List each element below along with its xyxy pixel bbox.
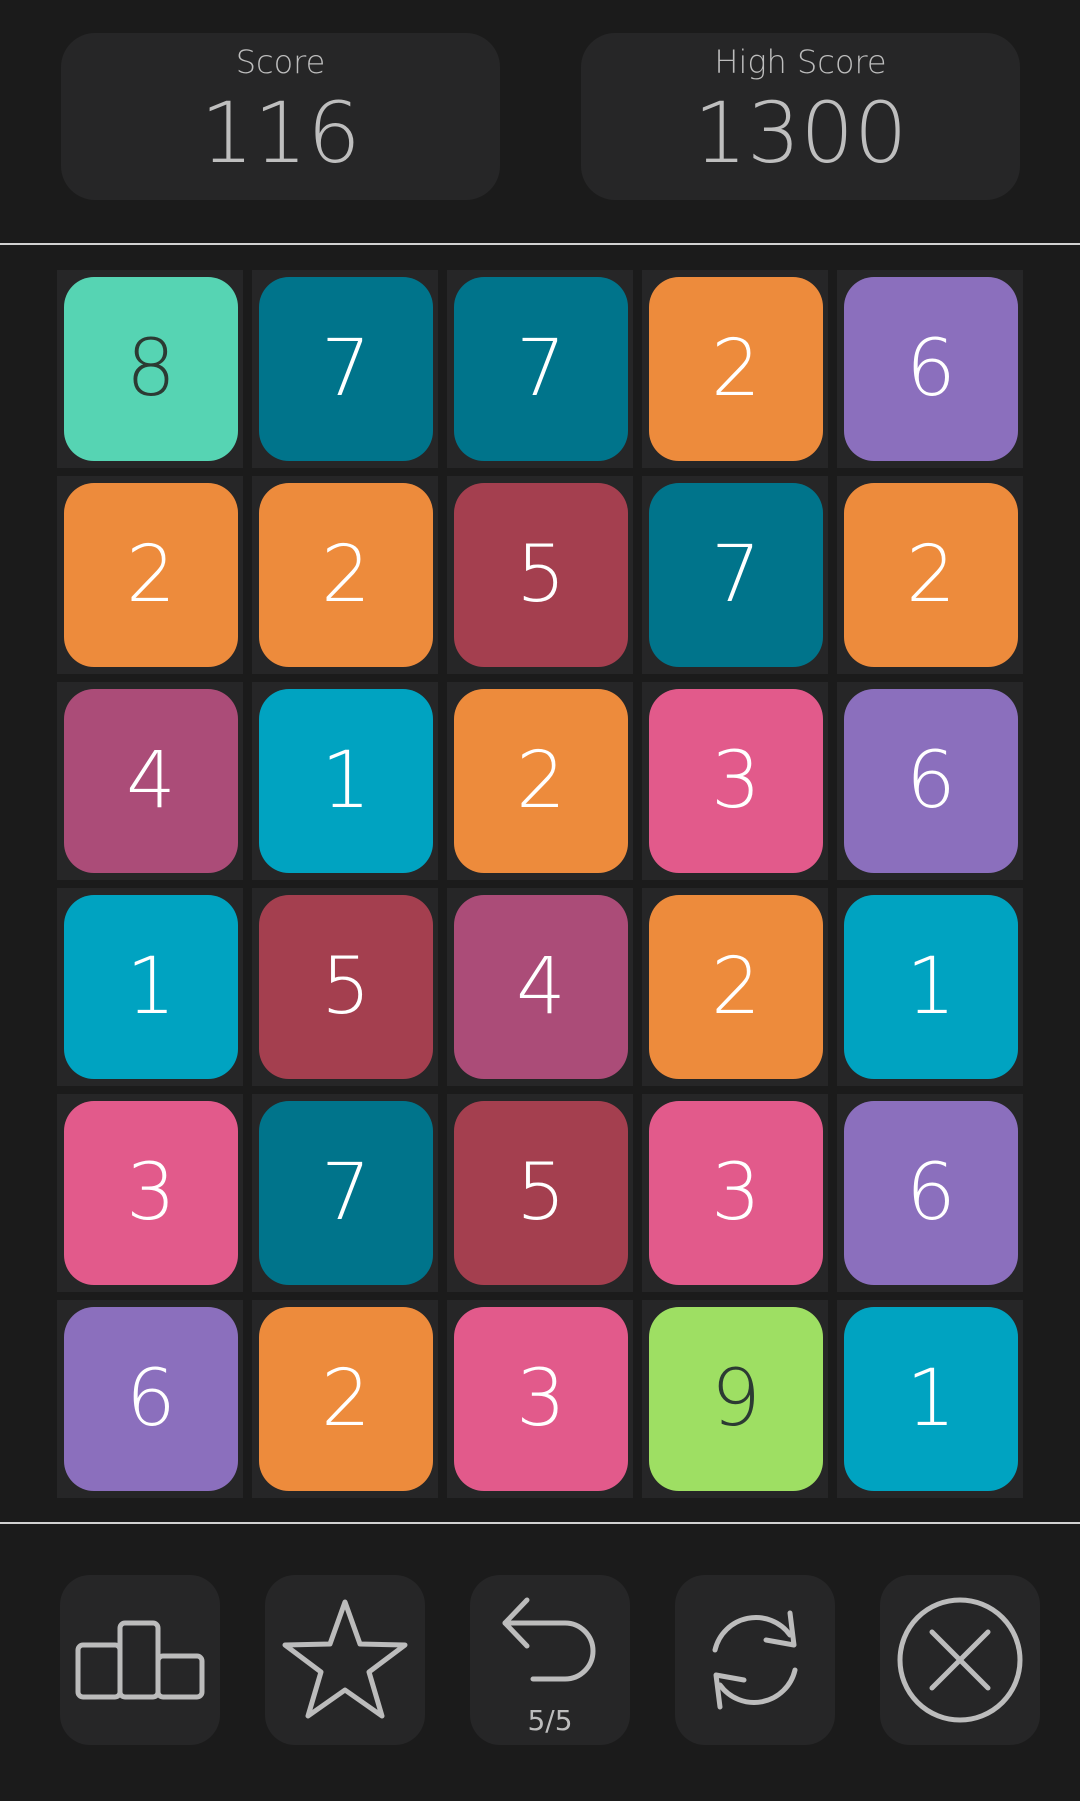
podium-icon — [75, 1620, 205, 1700]
tile[interactable]: 2 — [259, 1307, 433, 1491]
tile[interactable]: 6 — [844, 277, 1018, 461]
tile[interactable]: 3 — [649, 1101, 823, 1285]
tile[interactable]: 7 — [649, 483, 823, 667]
tile[interactable]: 7 — [454, 277, 628, 461]
board-cell: 1 — [252, 682, 438, 880]
tile[interactable]: 3 — [454, 1307, 628, 1491]
score-value: 116 — [200, 84, 361, 182]
board-cell: 2 — [642, 888, 828, 1086]
board-cell: 1 — [57, 888, 243, 1086]
close-circle-icon — [897, 1597, 1023, 1723]
tile[interactable]: 1 — [844, 1307, 1018, 1491]
board-cell: 3 — [447, 1300, 633, 1498]
shuffle-icon — [712, 1610, 798, 1710]
board-cell: 5 — [447, 1094, 633, 1292]
tile[interactable]: 7 — [259, 1101, 433, 1285]
undo-count: 5/5 — [527, 1704, 573, 1737]
board-cell: 5 — [252, 888, 438, 1086]
score-label: Score — [235, 43, 326, 81]
board-cell: 2 — [252, 1300, 438, 1498]
shuffle-button[interactable] — [675, 1575, 835, 1745]
board-cell: 2 — [837, 476, 1023, 674]
board-cell: 9 — [642, 1300, 828, 1498]
tile[interactable]: 5 — [454, 1101, 628, 1285]
close-button[interactable] — [880, 1575, 1040, 1745]
board-cell: 3 — [57, 1094, 243, 1292]
tile[interactable]: 1 — [259, 689, 433, 873]
tile[interactable]: 2 — [649, 895, 823, 1079]
board-cell: 3 — [642, 1094, 828, 1292]
tile[interactable]: 3 — [64, 1101, 238, 1285]
top-divider — [0, 243, 1080, 245]
high-score-label: High Score — [714, 43, 887, 81]
board-cell: 7 — [447, 270, 633, 468]
leaderboard-button[interactable] — [60, 1575, 220, 1745]
tile[interactable]: 2 — [259, 483, 433, 667]
tile[interactable]: 1 — [844, 895, 1018, 1079]
game-board: 8 7 7 2 6 2 2 5 7 2 4 1 2 3 6 1 5 4 2 1 … — [57, 270, 1023, 1498]
board-cell: 4 — [57, 682, 243, 880]
board-cell: 3 — [642, 682, 828, 880]
board-cell: 2 — [57, 476, 243, 674]
tile[interactable]: 4 — [454, 895, 628, 1079]
board-cell: 7 — [252, 270, 438, 468]
board-cell: 2 — [447, 682, 633, 880]
star-button[interactable] — [265, 1575, 425, 1745]
board-cell: 6 — [837, 682, 1023, 880]
board-cell: 5 — [447, 476, 633, 674]
board-cell: 8 — [57, 270, 243, 468]
board-cell: 1 — [837, 888, 1023, 1086]
undo-button[interactable]: 5/5 — [470, 1575, 630, 1745]
tile[interactable]: 6 — [64, 1307, 238, 1491]
board-cell: 1 — [837, 1300, 1023, 1498]
tile[interactable]: 6 — [844, 1101, 1018, 1285]
board-cell: 6 — [837, 1094, 1023, 1292]
tile[interactable]: 8 — [64, 277, 238, 461]
star-icon — [282, 1599, 408, 1719]
tile[interactable]: 6 — [844, 689, 1018, 873]
board-cell: 6 — [57, 1300, 243, 1498]
high-score-card: High Score 1300 — [581, 33, 1020, 200]
high-score-value: 1300 — [693, 84, 908, 182]
tile[interactable]: 7 — [259, 277, 433, 461]
board-cell: 2 — [252, 476, 438, 674]
tile[interactable]: 2 — [454, 689, 628, 873]
tile[interactable]: 9 — [649, 1307, 823, 1491]
tile[interactable]: 5 — [259, 895, 433, 1079]
board-cell: 6 — [837, 270, 1023, 468]
score-card: Score 116 — [61, 33, 500, 200]
board-cell: 4 — [447, 888, 633, 1086]
tile[interactable]: 2 — [844, 483, 1018, 667]
board-cell: 7 — [252, 1094, 438, 1292]
tile[interactable]: 1 — [64, 895, 238, 1079]
tile[interactable]: 2 — [64, 483, 238, 667]
tile[interactable]: 2 — [649, 277, 823, 461]
bottom-divider — [0, 1522, 1080, 1524]
board-cell: 7 — [642, 476, 828, 674]
tile[interactable]: 5 — [454, 483, 628, 667]
undo-icon — [502, 1597, 596, 1682]
tile[interactable]: 4 — [64, 689, 238, 873]
board-cell: 2 — [642, 270, 828, 468]
tile[interactable]: 3 — [649, 689, 823, 873]
